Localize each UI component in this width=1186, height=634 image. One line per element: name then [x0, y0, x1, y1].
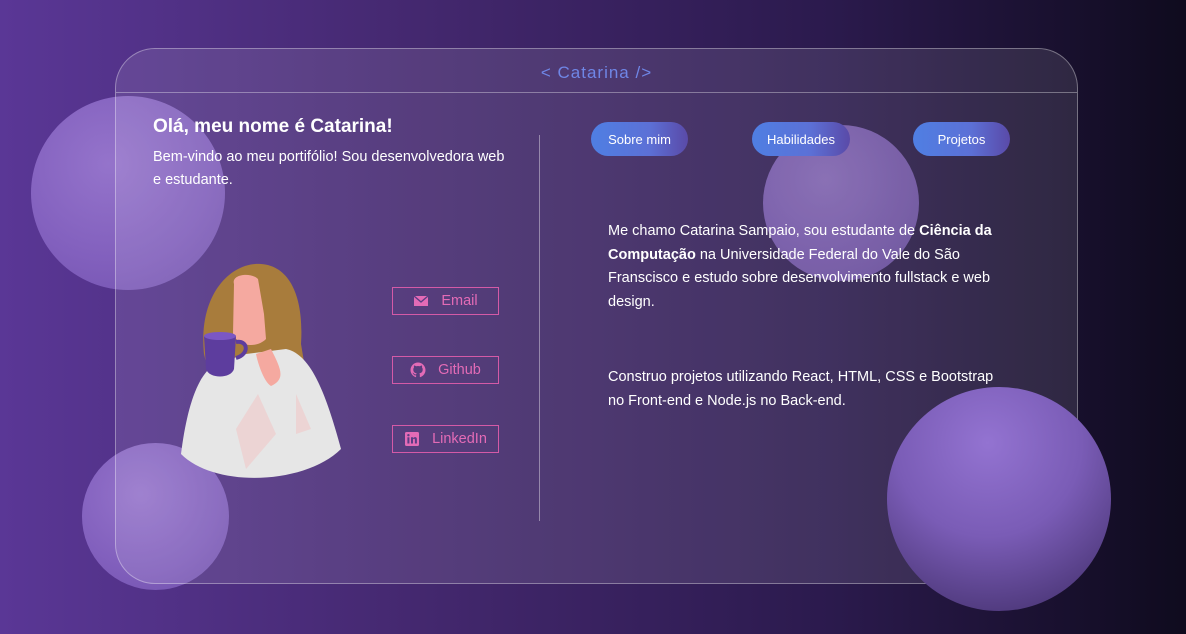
about-paragraph-1: Me chamo Catarina Sampaio, sou estudante…: [608, 220, 1000, 314]
column-divider: [539, 135, 540, 521]
linkedin-label: LinkedIn: [432, 431, 487, 447]
greeting-heading: Olá, meu nome é Catarina!: [153, 116, 393, 137]
envelope-icon: [413, 295, 429, 306]
linkedin-icon: [405, 432, 420, 446]
tab-projetos[interactable]: Projetos: [913, 122, 1010, 156]
greeting-text: Bem-vindo ao meu portifólio! Sou desenvo…: [153, 149, 505, 188]
email-label: Email: [441, 293, 478, 309]
tab-sobre-mim[interactable]: Sobre mim: [591, 122, 688, 156]
github-label: Github: [438, 362, 481, 378]
linkedin-button[interactable]: LinkedIn: [392, 425, 499, 453]
email-button[interactable]: Email: [392, 287, 499, 315]
github-icon: [410, 362, 426, 378]
woman-with-coffee-illustration: [181, 263, 341, 478]
about-text-part: Me chamo Catarina Sampaio, sou estudante…: [608, 223, 920, 239]
decorative-bubble: [887, 387, 1111, 611]
github-button[interactable]: Github: [392, 356, 499, 384]
page-title: < Catarina />: [540, 63, 653, 82]
header-divider: [116, 92, 1077, 93]
tab-habilidades[interactable]: Habilidades: [752, 122, 850, 156]
